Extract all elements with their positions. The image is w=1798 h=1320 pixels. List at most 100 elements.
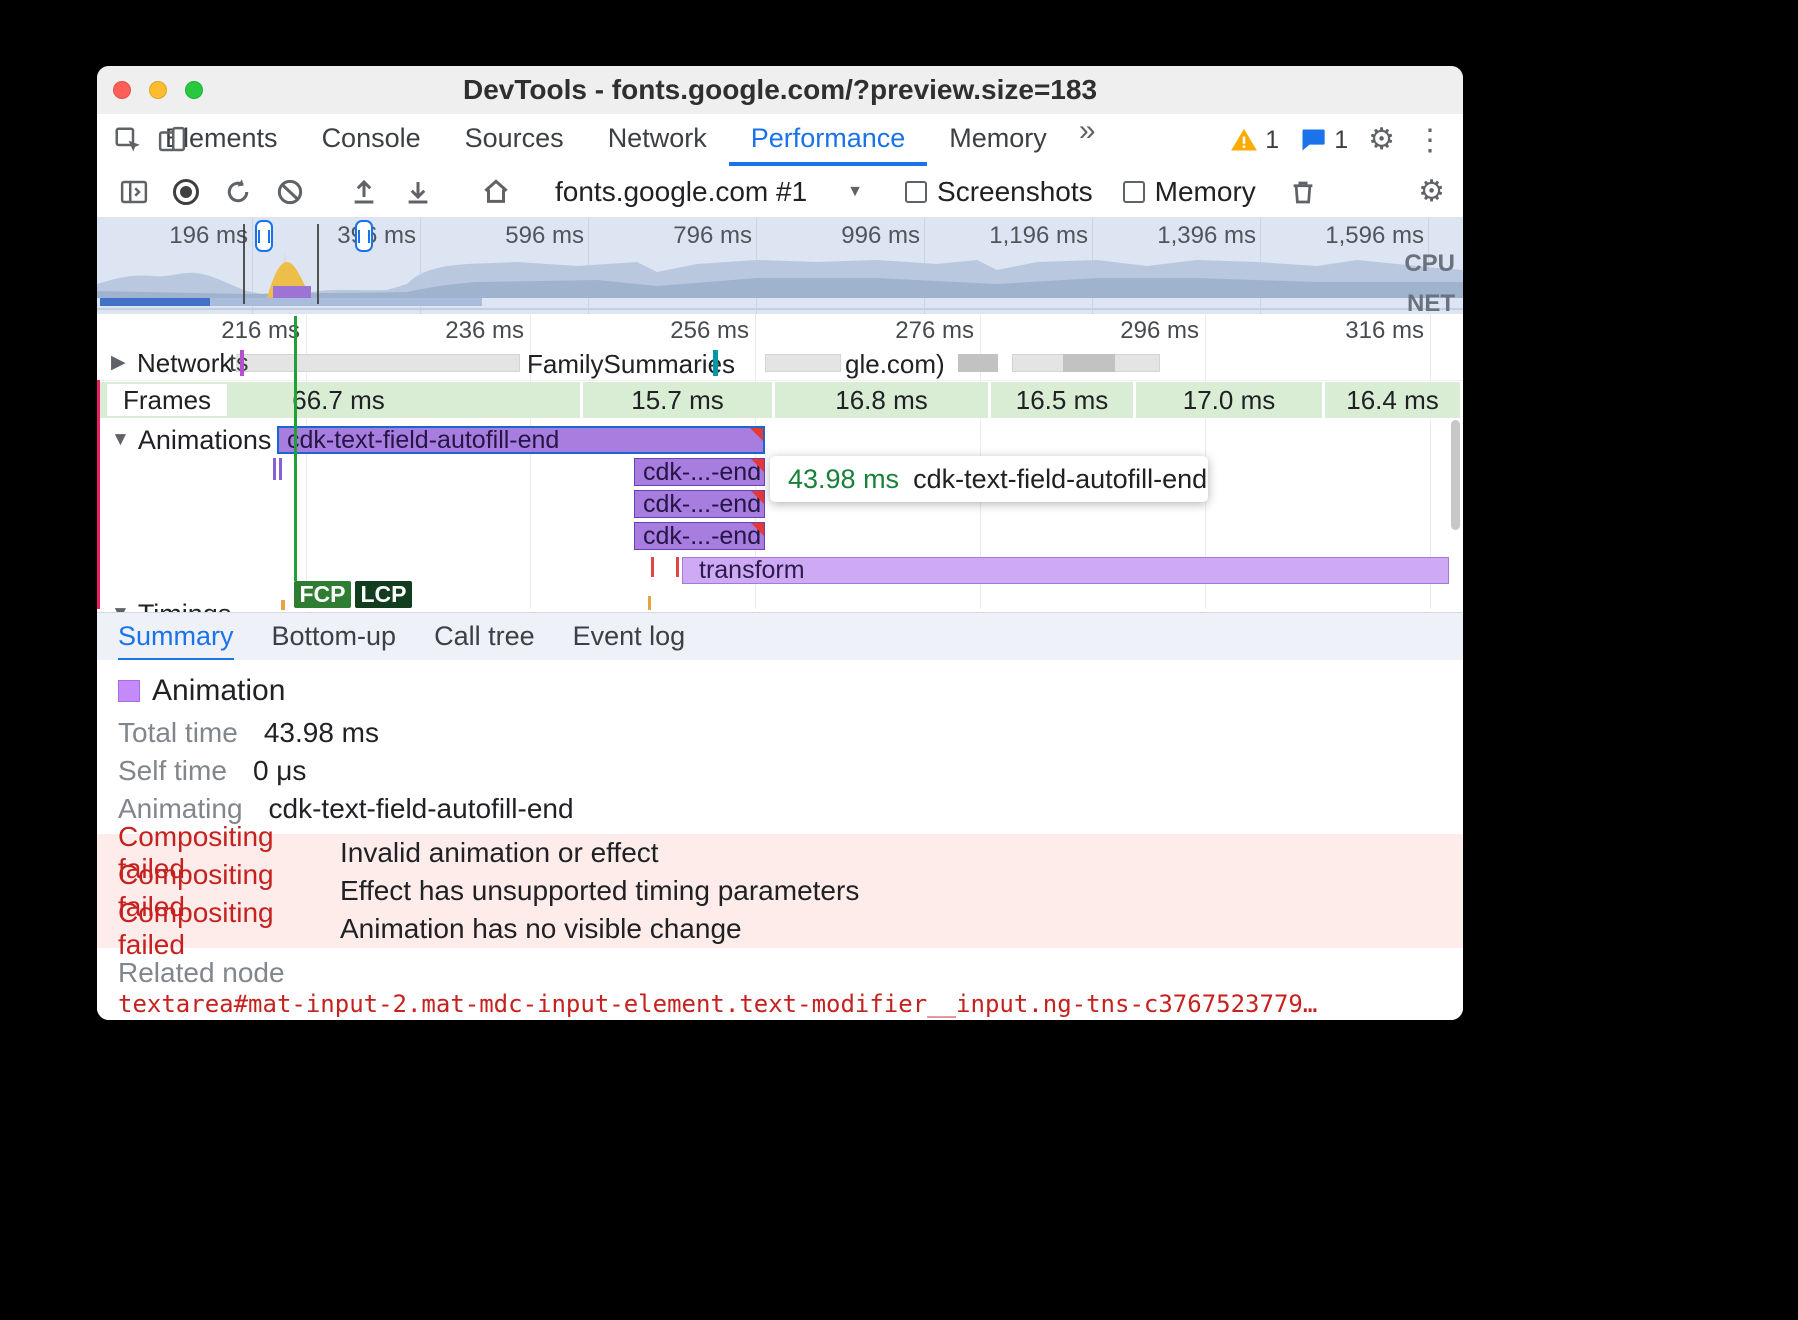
more-tabs-icon[interactable]: » <box>1069 114 1106 166</box>
tab-event-log[interactable]: Event log <box>573 613 686 661</box>
settings-icon[interactable]: ⚙ <box>1368 125 1395 155</box>
sidebar-toggle-icon[interactable] <box>113 171 155 213</box>
tab-memory[interactable]: Memory <box>927 114 1069 166</box>
message-count: 1 <box>1334 126 1348 155</box>
animations-track[interactable]: ▼ Animations cdk-text-field-autofill-end… <box>97 418 1463 612</box>
animation-bar[interactable]: cdk-...-end <box>634 522 765 550</box>
overview-time-label: 1,596 ms <box>1288 222 1424 250</box>
self-time-value: 0 μs <box>253 755 306 787</box>
tab-sources[interactable]: Sources <box>443 114 586 166</box>
memory-checkbox[interactable] <box>1123 181 1145 203</box>
warnings-indicator[interactable]: 1 <box>1230 126 1279 155</box>
home-icon[interactable] <box>475 171 517 213</box>
frame-segment[interactable]: 17.0 ms <box>1136 382 1322 418</box>
animation-bar-label: cdk-text-field-autofill-end <box>287 428 559 453</box>
session-selector[interactable]: fonts.google.com #1 <box>555 176 807 208</box>
messages-indicator[interactable]: 1 <box>1299 126 1348 155</box>
range-handle-right[interactable] <box>355 220 373 252</box>
tab-performance[interactable]: Performance <box>729 114 928 166</box>
network-request-bar[interactable] <box>1012 354 1160 372</box>
tab-call-tree[interactable]: Call tree <box>434 613 535 661</box>
compositing-warning-icon <box>750 428 763 441</box>
animation-bar-main[interactable]: cdk-text-field-autofill-end <box>277 426 765 454</box>
related-node-selector[interactable]: textarea#mat-input-2.mat-mdc-input-eleme… <box>97 990 1463 1018</box>
ruler-label: 296 ms <box>1049 317 1199 345</box>
network-request-bar[interactable] <box>232 354 520 372</box>
timings-disclosure-icon[interactable]: ▼ <box>111 603 130 612</box>
collect-garbage-icon[interactable] <box>1282 171 1324 213</box>
network-track[interactable]: ▶ Network ts FamilySummaries gle.com) <box>97 346 1463 381</box>
compositing-warning-icon <box>751 459 764 472</box>
tab-console[interactable]: Console <box>300 114 443 166</box>
network-track-label: Network <box>137 348 236 379</box>
self-time-label: Self time <box>118 755 227 787</box>
animation-bar[interactable]: cdk-...-end <box>634 458 765 486</box>
overview-time-label: 796 ms <box>616 222 752 250</box>
screenshots-checkbox[interactable] <box>905 181 927 203</box>
window-title: DevTools - fonts.google.com/?preview.siz… <box>97 66 1463 114</box>
network-disclosure-icon[interactable]: ▶ <box>111 351 126 374</box>
overview-marker-line <box>317 224 319 304</box>
menu-icon[interactable]: ⋮ <box>1415 123 1445 158</box>
frame-segment[interactable]: 16.8 ms <box>775 382 988 418</box>
warning-row: Compositing failed Animation has no visi… <box>97 910 1463 948</box>
overview-time-label: 1,196 ms <box>952 222 1088 250</box>
tab-bottom-up[interactable]: Bottom-up <box>272 613 397 661</box>
perf-settings-icon[interactable]: ⚙ <box>1418 177 1445 207</box>
screenshots-option[interactable]: Screenshots <box>905 176 1093 208</box>
device-toolbar-icon[interactable] <box>149 114 195 166</box>
timings-track-header[interactable]: ▼ Timings <box>111 600 231 612</box>
overview-time-label: 596 ms <box>448 222 584 250</box>
memory-option[interactable]: Memory <box>1123 176 1256 208</box>
animations-track-label: Animations <box>138 425 272 456</box>
frame-segment[interactable]: 16.5 ms <box>991 382 1133 418</box>
network-request-bar[interactable] <box>765 354 841 372</box>
tooltip-duration: 43.98 ms <box>788 464 899 495</box>
network-event-tick <box>240 350 244 376</box>
animation-start-tick <box>279 458 282 480</box>
transform-bar-label: transform <box>699 556 805 585</box>
save-profile-icon[interactable] <box>397 171 439 213</box>
lcp-badge[interactable]: LCP <box>355 581 412 608</box>
transform-animation-bar[interactable]: transform <box>682 557 1449 584</box>
warning-icon <box>1230 126 1258 154</box>
tab-network[interactable]: Network <box>586 114 729 166</box>
overview-time-label: 396 ms <box>280 222 416 250</box>
network-request-bar[interactable] <box>958 354 998 372</box>
tab-summary[interactable]: Summary <box>118 613 234 661</box>
titlebar: DevTools - fonts.google.com/?preview.siz… <box>97 66 1463 115</box>
timeline-panel[interactable]: 216 ms 236 ms 256 ms 276 ms 296 ms 316 m… <box>97 314 1463 612</box>
chevron-down-icon[interactable]: ▼ <box>847 183 863 201</box>
animations-disclosure-icon[interactable]: ▼ <box>111 429 130 451</box>
warning-label: Compositing failed <box>118 897 340 961</box>
details-tabbar: Summary Bottom-up Call tree Event log <box>97 612 1463 660</box>
net-label: NET <box>1407 290 1455 315</box>
frames-track[interactable]: 66.7 ms 15.7 ms 16.8 ms 16.5 ms 17.0 ms … <box>97 382 1463 418</box>
net-activity-bar <box>210 298 482 306</box>
fcp-badge[interactable]: FCP <box>294 581 351 608</box>
warning-description: Animation has no visible change <box>340 913 742 945</box>
frame-segment[interactable]: 16.4 ms <box>1325 382 1460 418</box>
timeline-scrollbar[interactable] <box>1451 420 1460 530</box>
frame-segment[interactable]: 15.7 ms <box>583 382 772 418</box>
total-time-value: 43.98 ms <box>264 717 379 749</box>
timeline-overview[interactable]: 196 ms 396 ms 596 ms 796 ms 996 ms 1,196… <box>97 218 1463 315</box>
clear-icon[interactable] <box>269 171 311 213</box>
memory-checkbox-label: Memory <box>1155 176 1256 208</box>
timing-tick <box>281 600 285 610</box>
devtools-window: DevTools - fonts.google.com/?preview.siz… <box>97 66 1463 1020</box>
timing-tick <box>648 596 651 610</box>
load-profile-icon[interactable] <box>343 171 385 213</box>
reload-record-icon[interactable] <box>217 171 259 213</box>
track-highlight-edge <box>97 380 100 609</box>
animation-bar[interactable]: cdk-...-end <box>634 490 765 518</box>
event-type-label: Animation <box>152 674 285 708</box>
frames-track-label: Frames <box>107 384 227 416</box>
animation-start-tick <box>273 458 276 480</box>
overview-marker-line <box>243 224 245 304</box>
record-icon[interactable] <box>165 171 207 213</box>
inspect-icon[interactable] <box>105 114 151 166</box>
compositing-warnings: Compositing failed Invalid animation or … <box>97 834 1463 948</box>
range-handle-left[interactable] <box>255 220 273 252</box>
animations-track-header[interactable]: ▼ Animations <box>111 426 271 454</box>
